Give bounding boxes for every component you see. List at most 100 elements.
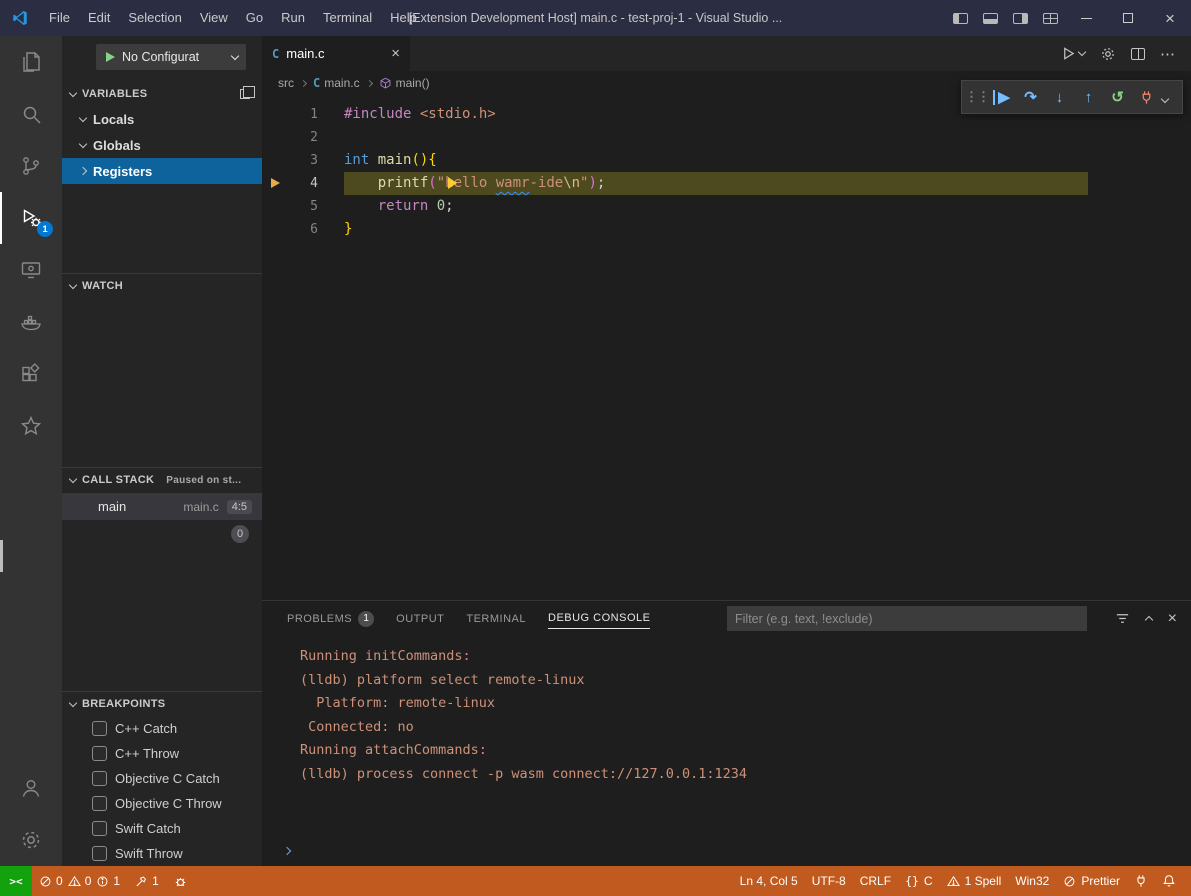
remote-session-status[interactable] [1127,874,1155,888]
formatter-status[interactable]: Prettier [1056,874,1127,888]
debug-status[interactable] [166,866,195,896]
restart-button[interactable]: ↺ [1104,83,1131,111]
variables-header[interactable]: VARIABLES [62,82,262,106]
debug-session-dropdown[interactable] [1162,90,1176,105]
breakpoint-gutter[interactable] [262,195,284,218]
tab-output[interactable]: OUTPUT [396,609,444,629]
console-filter-input[interactable] [727,606,1087,631]
encoding-indicator[interactable]: UTF-8 [805,874,853,888]
eol-indicator[interactable]: CRLF [853,874,898,888]
tab-main-c[interactable]: C main.c × [262,36,410,71]
cursor-position[interactable]: Ln 4, Col 5 [733,874,805,888]
run-or-debug-button[interactable] [1061,46,1085,61]
tab-debug-console[interactable]: DEBUG CONSOLE [548,608,650,629]
breakpoint-row[interactable]: Swift Catch [62,816,262,841]
continue-button[interactable]: ▶ [988,83,1015,111]
menu-item-edit[interactable]: Edit [79,0,119,36]
console-input-prompt[interactable] [284,842,290,857]
close-icon[interactable]: × [391,46,400,61]
checkbox[interactable] [92,796,107,811]
variables-scope-registers[interactable]: Registers [62,158,262,184]
remote-indicator[interactable]: >< [0,866,32,896]
menu-item-terminal[interactable]: Terminal [314,0,381,36]
menu-item-go[interactable]: Go [237,0,272,36]
activity-remote-explorer[interactable] [0,244,62,296]
spell-checker-status[interactable]: 1 Spell [940,874,1009,888]
minimize-button[interactable] [1065,0,1107,36]
breakpoints-header[interactable]: BREAKPOINTS [62,692,262,716]
toolbar-drag-grip[interactable]: ⋮⋮ [968,83,986,111]
breakpoint-row[interactable]: Objective C Catch [62,766,262,791]
checkbox[interactable] [92,721,107,736]
breakpoint-gutter[interactable] [262,218,284,241]
menu-item-help[interactable]: Help [381,0,426,36]
frame-file: main.c [183,500,218,514]
step-out-button[interactable]: ↑ [1075,83,1102,111]
error-circle-icon [39,875,52,888]
breakpoint-row[interactable]: Objective C Throw [62,791,262,816]
checkbox[interactable] [92,771,107,786]
watch-header[interactable]: WATCH [62,274,262,298]
variables-panel-icon[interactable] [240,89,250,99]
breadcrumb-symbol[interactable]: main() [379,76,430,90]
menu-item-run[interactable]: Run [272,0,314,36]
activity-bar: 1 [0,36,62,866]
variables-scope-locals[interactable]: Locals [62,106,262,132]
maximize-button[interactable] [1107,0,1149,36]
customize-layout-icon[interactable] [1035,0,1065,36]
notifications-status[interactable] [1155,874,1183,888]
language-indicator[interactable]: {} C [898,874,940,888]
warning-count: 0 [85,874,92,888]
platform-indicator[interactable]: Win32 [1008,874,1056,888]
menu-item-file[interactable]: File [40,0,79,36]
toggle-panel-icon[interactable] [975,0,1005,36]
debug-config-dropdown[interactable]: No Configurat [96,44,246,70]
checkbox[interactable] [92,846,107,861]
tab-label: PROBLEMS [287,609,352,629]
menu-item-selection[interactable]: Selection [119,0,190,36]
problems-status[interactable]: 0 0 1 [32,866,127,896]
breadcrumb-file[interactable]: C main.c [313,76,360,90]
breakpoint-row[interactable]: C++ Throw [62,741,262,766]
activity-extensions[interactable] [0,348,62,400]
breadcrumb-symbol-label: main() [396,76,430,90]
breakpoint-gutter[interactable] [262,126,284,149]
launch-gear-icon[interactable] [1100,46,1116,62]
activity-search[interactable] [0,88,62,140]
variables-scope-globals[interactable]: Globals [62,132,262,158]
toggle-sidebar-icon[interactable] [945,0,975,36]
breakpoint-row[interactable]: Swift Throw [62,841,262,866]
chevron-right-icon [79,167,87,175]
tools-status[interactable]: 1 [127,866,166,896]
more-actions-icon[interactable]: ⋯ [1160,45,1175,63]
disconnect-button[interactable] [1133,83,1160,111]
toggle-secondary-sidebar-icon[interactable] [1005,0,1035,36]
activity-wamr[interactable] [0,400,62,452]
close-button[interactable]: × [1149,0,1191,36]
call-stack-header[interactable]: CALL STACK Paused on st... [62,468,262,492]
start-debug-icon[interactable] [104,51,116,63]
checkbox[interactable] [92,821,107,836]
checkbox[interactable] [92,746,107,761]
close-panel-icon[interactable]: × [1168,611,1177,627]
step-over-button[interactable]: ↷ [1017,83,1044,111]
menu-item-view[interactable]: View [191,0,237,36]
activity-explorer[interactable] [0,36,62,88]
activity-run-debug[interactable]: 1 [0,192,62,244]
activity-settings[interactable] [0,814,62,866]
breakpoint-gutter[interactable] [262,103,284,126]
activity-source-control[interactable] [0,140,62,192]
stack-frame-row[interactable]: main main.c 4:5 [62,493,262,520]
split-editor-icon[interactable] [1131,48,1145,60]
breakpoint-gutter[interactable] [262,172,284,195]
tab-terminal[interactable]: TERMINAL [466,609,526,629]
maximize-panel-icon[interactable] [1144,616,1152,624]
breakpoint-gutter[interactable] [262,149,284,172]
step-into-button[interactable]: ↓ [1046,83,1073,111]
activity-docker[interactable] [0,296,62,348]
breadcrumb-folder[interactable]: src [278,76,294,90]
activity-accounts[interactable] [0,762,62,814]
breakpoint-row[interactable]: C++ Catch [62,716,262,741]
filter-lines-icon[interactable] [1115,611,1130,626]
tab-problems[interactable]: PROBLEMS 1 [287,609,374,629]
